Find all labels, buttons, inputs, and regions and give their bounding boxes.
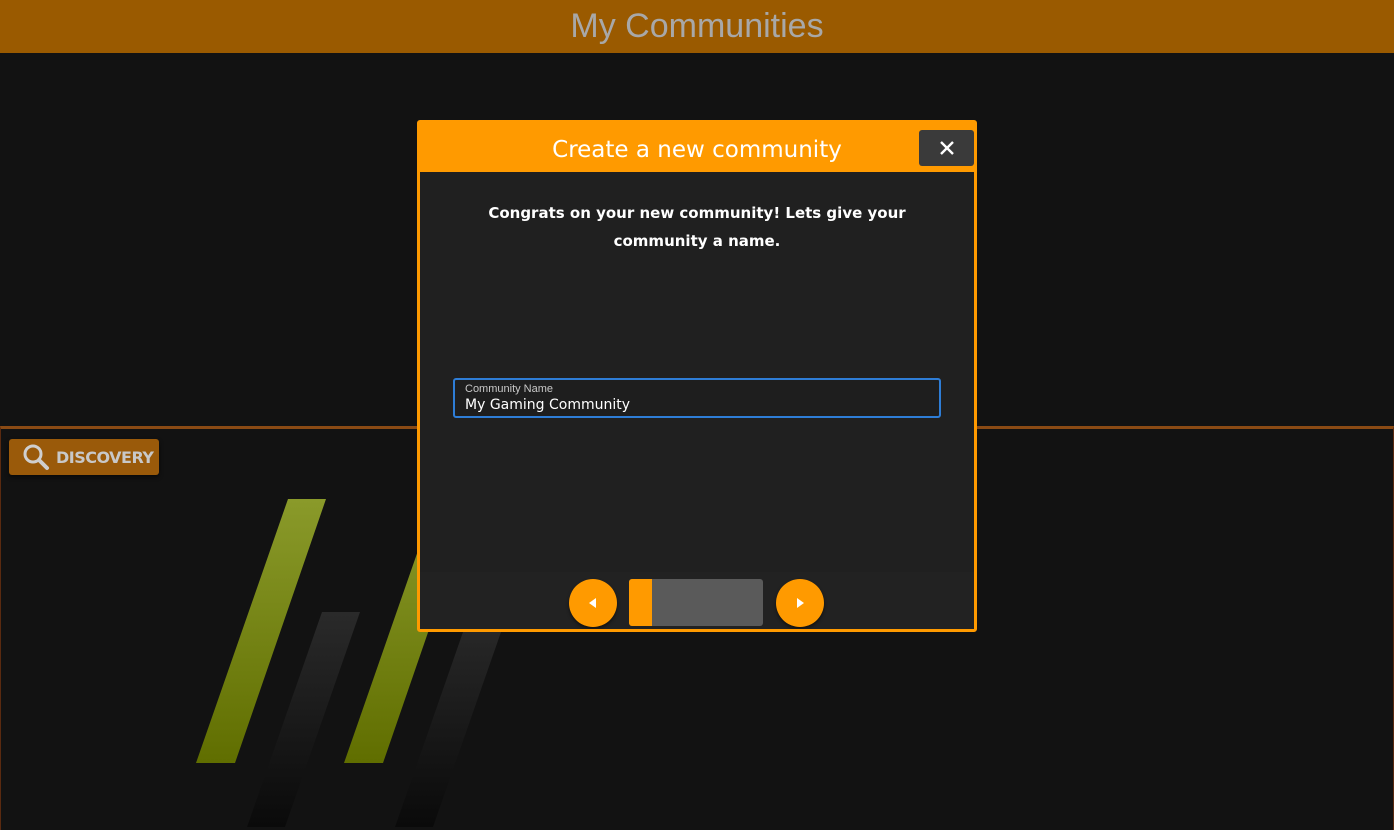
dialog-message: Congrats on your new community! Lets giv… xyxy=(488,204,906,250)
page-title: My Communities xyxy=(570,7,824,45)
discovery-label: DISCOVERY xyxy=(56,447,154,467)
community-name-field[interactable]: Community Name xyxy=(453,378,941,418)
page-header: My Communities xyxy=(0,0,1394,53)
caret-left-icon xyxy=(589,598,596,608)
caret-right-icon xyxy=(797,598,804,608)
previous-step-button[interactable] xyxy=(569,579,617,627)
close-icon xyxy=(939,141,954,155)
next-step-button[interactable] xyxy=(776,579,824,627)
dialog-header: Create a new community xyxy=(420,123,974,172)
step-progress-fill xyxy=(629,579,652,626)
dialog-title: Create a new community xyxy=(552,136,842,163)
step-progress-bar xyxy=(629,579,763,626)
discovery-button[interactable]: DISCOVERY xyxy=(9,439,159,475)
close-button[interactable] xyxy=(919,130,974,166)
dialog-footer xyxy=(420,572,974,629)
create-community-dialog: Create a new community Congrats on your … xyxy=(417,120,977,632)
search-icon xyxy=(23,444,49,470)
community-name-label: Community Name xyxy=(465,383,554,395)
community-name-input[interactable] xyxy=(465,395,925,415)
